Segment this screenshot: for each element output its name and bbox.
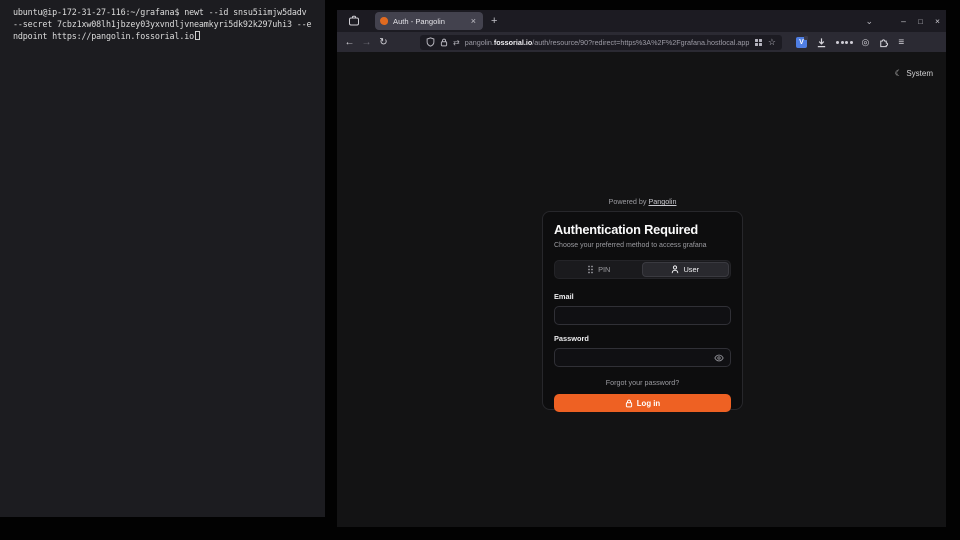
extensions-puzzle-icon[interactable] — [878, 37, 889, 48]
terminal-line: ndpoint https://pangolin.fossorial.io — [13, 30, 325, 42]
navigation-toolbar: ← → ↻ ⇄ pangolin.fossorial.io/auth/resou… — [337, 32, 946, 52]
tab-user-label: User — [683, 265, 699, 274]
card-subtitle: Choose your preferred method to access g… — [554, 242, 731, 249]
lock-icon[interactable] — [440, 38, 448, 47]
hamburger-menu-icon[interactable]: ≡ — [898, 37, 904, 48]
show-password-eye-icon[interactable] — [714, 354, 724, 362]
pangolin-favicon-icon — [380, 17, 388, 25]
back-button[interactable]: ← — [341, 37, 358, 48]
new-tab-button[interactable]: + — [491, 15, 497, 27]
forgot-password-link[interactable]: Forgot your password? — [554, 378, 731, 387]
tab-close-icon[interactable]: × — [469, 16, 478, 27]
window-close-button[interactable]: × — [929, 16, 946, 26]
password-field-wrap — [554, 348, 731, 367]
terminal-line: ubuntu@ip-172-31-27-116:~/grafana$ newt … — [13, 6, 325, 18]
theme-toggle-label: System — [906, 69, 933, 78]
theme-toggle[interactable]: ☾ System — [895, 68, 933, 79]
forward-button[interactable]: → — [358, 37, 375, 48]
list-tabs-chevron-icon[interactable]: ⌄ — [865, 16, 873, 27]
terminal-cursor — [195, 31, 200, 40]
password-label: Password — [554, 334, 731, 343]
keypad-icon — [587, 265, 594, 274]
pangolin-link[interactable]: Pangolin — [648, 197, 676, 206]
auth-method-tabs: PIN User — [554, 260, 731, 279]
login-lock-icon — [625, 399, 633, 408]
card-title: Authentication Required — [554, 222, 731, 237]
tab-pin[interactable]: PIN — [556, 262, 642, 277]
bookmark-star-icon[interactable]: ☆ — [768, 37, 776, 48]
terminal-window[interactable]: ubuntu@ip-172-31-27-116:~/grafana$ newt … — [0, 0, 325, 517]
exchange-arrows-icon: ⇄ — [453, 38, 460, 47]
password-field[interactable] — [561, 353, 714, 362]
window-maximize-button[interactable]: □ — [912, 17, 929, 26]
tab-pin-label: PIN — [598, 265, 610, 274]
toolbar-extensions: V ◎ ≡ — [796, 37, 913, 48]
privacy-circle-icon[interactable]: ◎ — [862, 37, 870, 48]
url-bar[interactable]: ⇄ pangolin.fossorial.io/auth/resource/90… — [420, 35, 782, 50]
login-button-label: Log in — [637, 399, 660, 408]
vimium-extension-icon[interactable]: V — [796, 37, 807, 48]
extension-badge — [804, 36, 808, 40]
firefox-view-icon[interactable] — [348, 15, 360, 27]
terminal-line: --secret 7cbz1xw08lh1jbzey03yxvndljvneam… — [13, 18, 325, 30]
tab-auth-pangolin[interactable]: Auth - Pangolin × — [375, 12, 483, 30]
tab-bar: Auth - Pangolin × + ⌄ – □ × — [337, 10, 946, 32]
user-icon — [671, 265, 679, 274]
window-minimize-button[interactable]: – — [895, 16, 912, 26]
powered-by: Powered by Pangolin — [542, 197, 743, 206]
login-button[interactable]: Log in — [554, 394, 731, 412]
downloads-icon[interactable] — [816, 37, 827, 48]
email-field-wrap — [554, 306, 731, 325]
account-dots-icon[interactable] — [836, 41, 853, 44]
email-field[interactable] — [561, 311, 724, 320]
tab-title: Auth - Pangolin — [393, 17, 469, 26]
moon-icon: ☾ — [895, 68, 903, 79]
email-label: Email — [554, 292, 731, 301]
url-text[interactable]: pangolin.fossorial.io/auth/resource/90?r… — [465, 35, 751, 50]
page-content: ☾ System Powered by Pangolin Authenticat… — [337, 52, 946, 527]
container-grid-icon[interactable] — [755, 39, 762, 46]
reload-button[interactable]: ↻ — [375, 37, 392, 48]
tracking-shield-icon[interactable] — [426, 37, 435, 47]
tab-user[interactable]: User — [642, 262, 730, 277]
browser-window: Auth - Pangolin × + ⌄ – □ × ← → ↻ ⇄ pang… — [337, 10, 946, 527]
auth-card: Authentication Required Choose your pref… — [542, 211, 743, 410]
